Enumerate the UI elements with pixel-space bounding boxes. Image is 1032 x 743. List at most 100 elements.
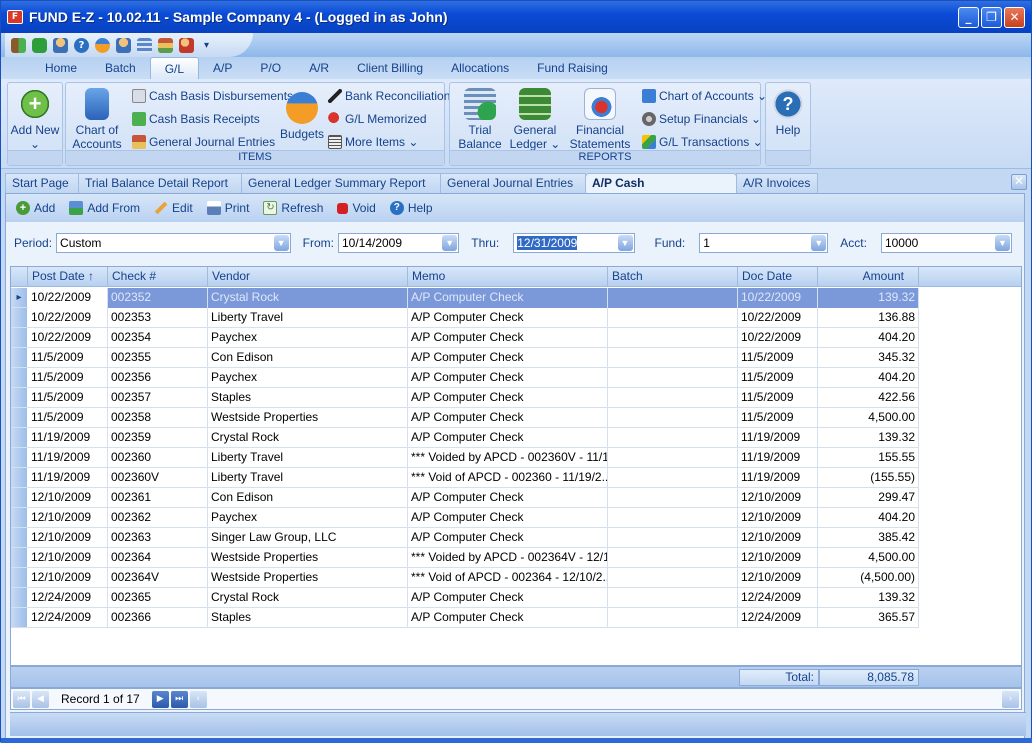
cell-batch[interactable] (608, 508, 738, 528)
cell-amount[interactable]: 4,500.00 (818, 408, 919, 428)
doc-tab-start-page[interactable]: Start Page (5, 173, 79, 193)
cell-batch[interactable] (608, 568, 738, 588)
cell-check-number[interactable]: 002366 (108, 608, 208, 628)
acct-select[interactable]: 10000 ▼ (880, 233, 1012, 253)
general-journal-entries-button[interactable]: General Journal Entries (132, 133, 275, 151)
bank-reconciliations-button[interactable]: Bank Reconciliations (328, 87, 456, 105)
cell-memo[interactable]: A/P Computer Check (408, 508, 608, 528)
table-row[interactable]: 12/10/2009 002364 Westside Properties *** V… (11, 548, 919, 568)
cell-amount[interactable]: 4,500.00 (818, 548, 919, 568)
calculator-icon[interactable] (137, 37, 152, 53)
tab-ap[interactable]: A/P (199, 57, 246, 79)
column-batch[interactable]: Batch (608, 267, 738, 287)
cell-vendor[interactable]: Westside Properties (208, 568, 408, 588)
cell-check-number[interactable]: 002359 (108, 428, 208, 448)
column-amount[interactable]: Amount (818, 267, 919, 287)
cell-batch[interactable] (608, 388, 738, 408)
cell-memo[interactable]: A/P Computer Check (408, 488, 608, 508)
cell-amount[interactable]: 139.32 (818, 588, 919, 608)
cell-post-date[interactable]: 10/22/2009 (28, 328, 108, 348)
cell-check-number[interactable]: 002363 (108, 528, 208, 548)
chevron-down-icon[interactable]: ▼ (811, 235, 827, 251)
cell-doc-date[interactable]: 11/19/2009 (738, 468, 818, 488)
cell-check-number[interactable]: 002353 (108, 308, 208, 328)
setup-financials-button[interactable]: Setup Financials ⌄ (642, 110, 761, 128)
cell-post-date[interactable]: 11/19/2009 (28, 448, 108, 468)
exit-icon[interactable] (11, 37, 26, 53)
first-record-button[interactable]: ⏮ (13, 690, 30, 708)
add-new-button[interactable]: + Add New ⌄ (8, 86, 62, 151)
cell-memo[interactable]: A/P Computer Check (408, 608, 608, 628)
cash-basis-disbursements-button[interactable]: Cash Basis Disbursements (132, 87, 293, 105)
cell-check-number[interactable]: 002364V (108, 568, 208, 588)
cell-post-date[interactable]: 12/10/2009 (28, 568, 108, 588)
refresh-button[interactable]: ↻ Refresh (263, 201, 323, 215)
cell-memo[interactable]: *** Void of APCD - 002360 - 11/19/2... (408, 468, 608, 488)
table-row[interactable]: 12/10/2009 002362 Paychex A/P Computer Chec… (11, 508, 919, 528)
table-row[interactable]: 11/5/2009 002357 Staples A/P Computer Check… (11, 388, 919, 408)
cell-post-date[interactable]: 12/10/2009 (28, 488, 108, 508)
cell-check-number[interactable]: 002361 (108, 488, 208, 508)
cell-amount[interactable]: 422.56 (818, 388, 919, 408)
period-select[interactable]: Custom ▼ (56, 233, 291, 253)
tab-gl[interactable]: G/L (149, 57, 200, 79)
last-record-button[interactable]: ⏭ (170, 690, 188, 708)
chevron-down-icon[interactable]: ▼ (273, 235, 289, 251)
cell-post-date[interactable]: 10/22/2009 (28, 308, 108, 328)
cell-amount[interactable]: 404.20 (818, 508, 919, 528)
users-icon[interactable] (116, 37, 131, 53)
cell-check-number[interactable]: 002357 (108, 388, 208, 408)
cell-batch[interactable] (608, 288, 738, 308)
cell-vendor[interactable]: Westside Properties (208, 408, 408, 428)
cell-vendor[interactable]: Con Edison (208, 488, 408, 508)
column-memo[interactable]: Memo (408, 267, 608, 287)
help-button[interactable]: ? Help (389, 201, 433, 215)
cell-amount[interactable]: 136.88 (818, 308, 919, 328)
doc-tab-general-journal-entries[interactable]: General Journal Entries (440, 173, 586, 193)
cell-check-number[interactable]: 002360V (108, 468, 208, 488)
cell-amount[interactable]: 365.57 (818, 608, 919, 628)
table-row[interactable]: 12/10/2009 002363 Singer Law Group, LLC A/P… (11, 528, 919, 548)
table-row[interactable]: 12/10/2009 002361 Con Edison A/P Computer C… (11, 488, 919, 508)
cell-memo[interactable]: A/P Computer Check (408, 588, 608, 608)
cell-memo[interactable]: A/P Computer Check (408, 428, 608, 448)
table-row[interactable]: 12/24/2009 002366 Staples A/P Computer Chec… (11, 608, 919, 628)
cell-amount[interactable]: 139.32 (818, 288, 919, 308)
void-button[interactable]: Void (337, 201, 376, 215)
column-post-date[interactable]: Post Date ↑ (28, 267, 108, 287)
cell-check-number[interactable]: 002358 (108, 408, 208, 428)
scroll-right-button[interactable]: › (1002, 690, 1019, 708)
doc-tab-ar-invoices[interactable]: A/R Invoices (736, 173, 818, 193)
cell-vendor[interactable]: Staples (208, 388, 408, 408)
cell-vendor[interactable]: Crystal Rock (208, 588, 408, 608)
cell-memo[interactable]: A/P Computer Check (408, 368, 608, 388)
tab-allocations[interactable]: Allocations (437, 57, 523, 79)
cell-post-date[interactable]: 11/19/2009 (28, 428, 108, 448)
cell-check-number[interactable]: 002355 (108, 348, 208, 368)
column-check-number[interactable]: Check # (108, 267, 208, 287)
cell-memo[interactable]: A/P Computer Check (408, 408, 608, 428)
cell-doc-date[interactable]: 12/10/2009 (738, 508, 818, 528)
general-ledger-button[interactable]: General Ledger ⌄ (508, 86, 562, 151)
add-button[interactable]: + Add (16, 201, 55, 215)
edit-button[interactable]: Edit (154, 201, 193, 215)
chevron-down-icon[interactable]: ▼ (994, 235, 1010, 251)
books-icon[interactable] (158, 37, 173, 53)
budget-icon[interactable] (95, 37, 110, 53)
close-button[interactable]: ✕ (1004, 7, 1025, 28)
more-items-button[interactable]: More Items ⌄ (328, 133, 418, 151)
cell-vendor[interactable]: Paychex (208, 328, 408, 348)
cell-amount[interactable]: 404.20 (818, 328, 919, 348)
cell-memo[interactable]: A/P Computer Check (408, 348, 608, 368)
cell-amount[interactable]: 299.47 (818, 488, 919, 508)
cell-batch[interactable] (608, 348, 738, 368)
cell-doc-date[interactable]: 10/22/2009 (738, 308, 818, 328)
cell-memo[interactable]: *** Voided by APCD - 002364V - 12/1... (408, 548, 608, 568)
cell-doc-date[interactable]: 11/5/2009 (738, 348, 818, 368)
cell-memo[interactable]: A/P Computer Check (408, 528, 608, 548)
cell-amount[interactable]: 139.32 (818, 428, 919, 448)
tab-po[interactable]: P/O (246, 57, 295, 79)
restore-button[interactable]: ❐ (981, 7, 1002, 28)
table-row[interactable]: 11/19/2009 002360V Liberty Travel *** Void … (11, 468, 919, 488)
table-row[interactable]: 11/19/2009 002360 Liberty Travel *** Voided… (11, 448, 919, 468)
